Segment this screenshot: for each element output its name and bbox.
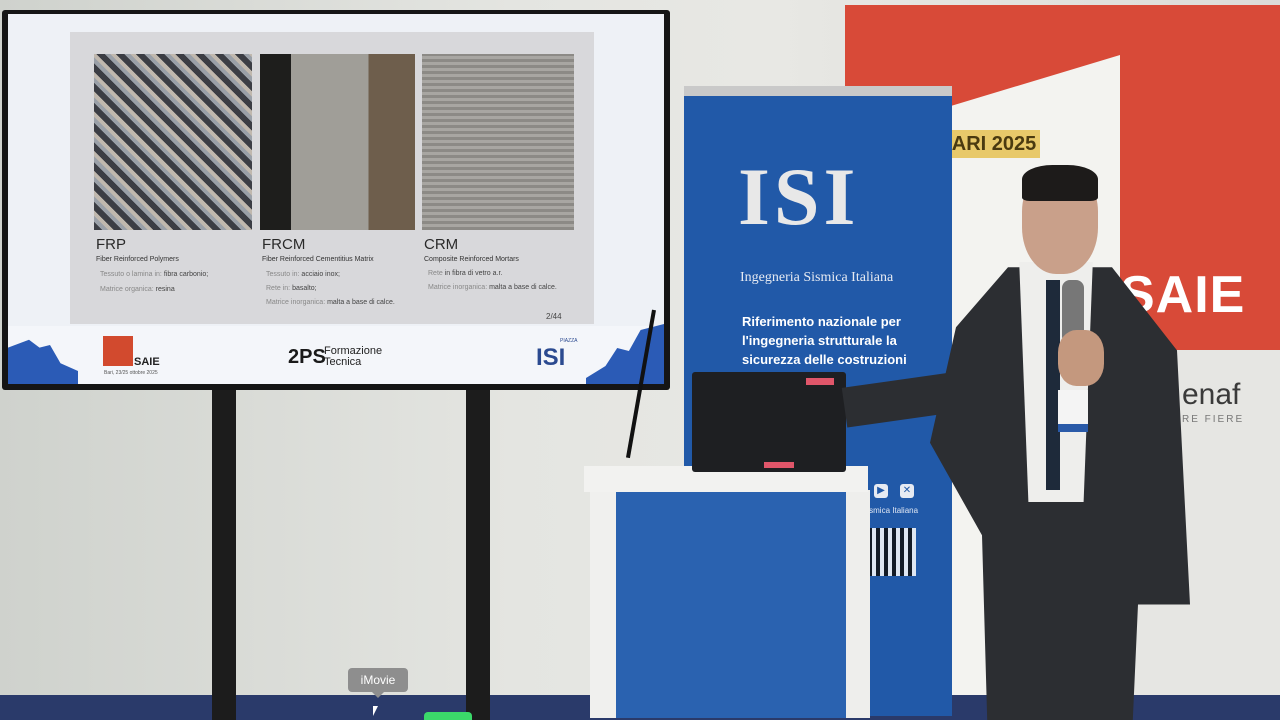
laptop-sticker xyxy=(806,378,834,385)
frcm-line-1: Tessuto in: acciaio inox; xyxy=(266,271,340,278)
frcm-line-2: Rete in: basalto; xyxy=(266,285,317,292)
speaker-hand xyxy=(1058,330,1104,386)
fiere-text: RE FIERE xyxy=(1182,414,1245,425)
banner-top-bar xyxy=(684,86,952,96)
table-leg-right xyxy=(846,490,870,718)
piazza-isi-logo: ISI xyxy=(536,344,566,371)
isi-full-name: Ingegneria Sismica Italiana xyxy=(740,270,894,285)
slide-page-number: 2/44 xyxy=(546,312,562,321)
tooltip-arrow xyxy=(372,692,384,698)
2ps-logo: 2PS xyxy=(288,346,326,368)
table-leg-left xyxy=(590,490,616,718)
name-badge-strip xyxy=(1058,424,1088,432)
crm-line-1: Rete in fibra di vetro a.r. xyxy=(428,270,503,277)
formazione-tecnica: Formazione Tecnica xyxy=(324,345,383,368)
saie-date: Bari, 23/25 ottobre 2025 xyxy=(104,370,158,376)
date-banner: ARI 2025 xyxy=(948,130,1040,158)
laptop xyxy=(692,372,846,472)
isi-banner-logo: ISI xyxy=(738,151,860,242)
crm-subtitle: Composite Reinforced Mortars xyxy=(424,256,519,263)
frp-line-2: Matrice organica: resina xyxy=(100,286,175,293)
table-panel xyxy=(616,490,846,718)
saie-logo-icon xyxy=(103,336,133,366)
dock-indicator[interactable] xyxy=(424,712,472,720)
frp-line-1: Tessuto o lamina in: fibra carbonio; xyxy=(100,271,209,278)
mouse-cursor-icon xyxy=(373,706,378,716)
frp-photo xyxy=(94,54,252,230)
youtube-icon: ▶ xyxy=(874,484,888,498)
imovie-tooltip: iMovie xyxy=(348,668,408,692)
presentation-screen: FRP Fiber Reinforced Polymers Tessuto o … xyxy=(8,14,664,384)
speaker-hair xyxy=(1022,165,1098,201)
frp-title: FRP xyxy=(96,236,126,253)
slide-card: FRP Fiber Reinforced Polymers Tessuto o … xyxy=(70,32,594,324)
saie-logo-text: SAIE xyxy=(134,356,160,368)
crm-title: CRM xyxy=(424,236,459,253)
enaf-text: enaf xyxy=(1182,378,1241,411)
tv-stand-leg-right xyxy=(466,388,490,720)
x-icon: ✕ xyxy=(900,484,914,498)
name-badge xyxy=(1058,390,1088,424)
crm-line-2: Matrice inorganica: malta a base di calc… xyxy=(428,284,557,291)
frcm-title: FRCM xyxy=(262,236,306,253)
laptop-sticker-bottom xyxy=(764,462,794,468)
frcm-photo xyxy=(260,54,415,230)
crm-photo xyxy=(422,54,574,230)
frcm-line-3: Matrice inorganica: malta a base di calc… xyxy=(266,299,395,306)
frcm-subtitle: Fiber Reinforced Cementitius Matrix xyxy=(262,256,374,263)
frp-subtitle: Fiber Reinforced Polymers xyxy=(96,256,179,263)
tv-stand-leg-left xyxy=(212,388,236,720)
speaker-tie xyxy=(1046,280,1060,490)
qr-code-icon xyxy=(868,528,916,576)
